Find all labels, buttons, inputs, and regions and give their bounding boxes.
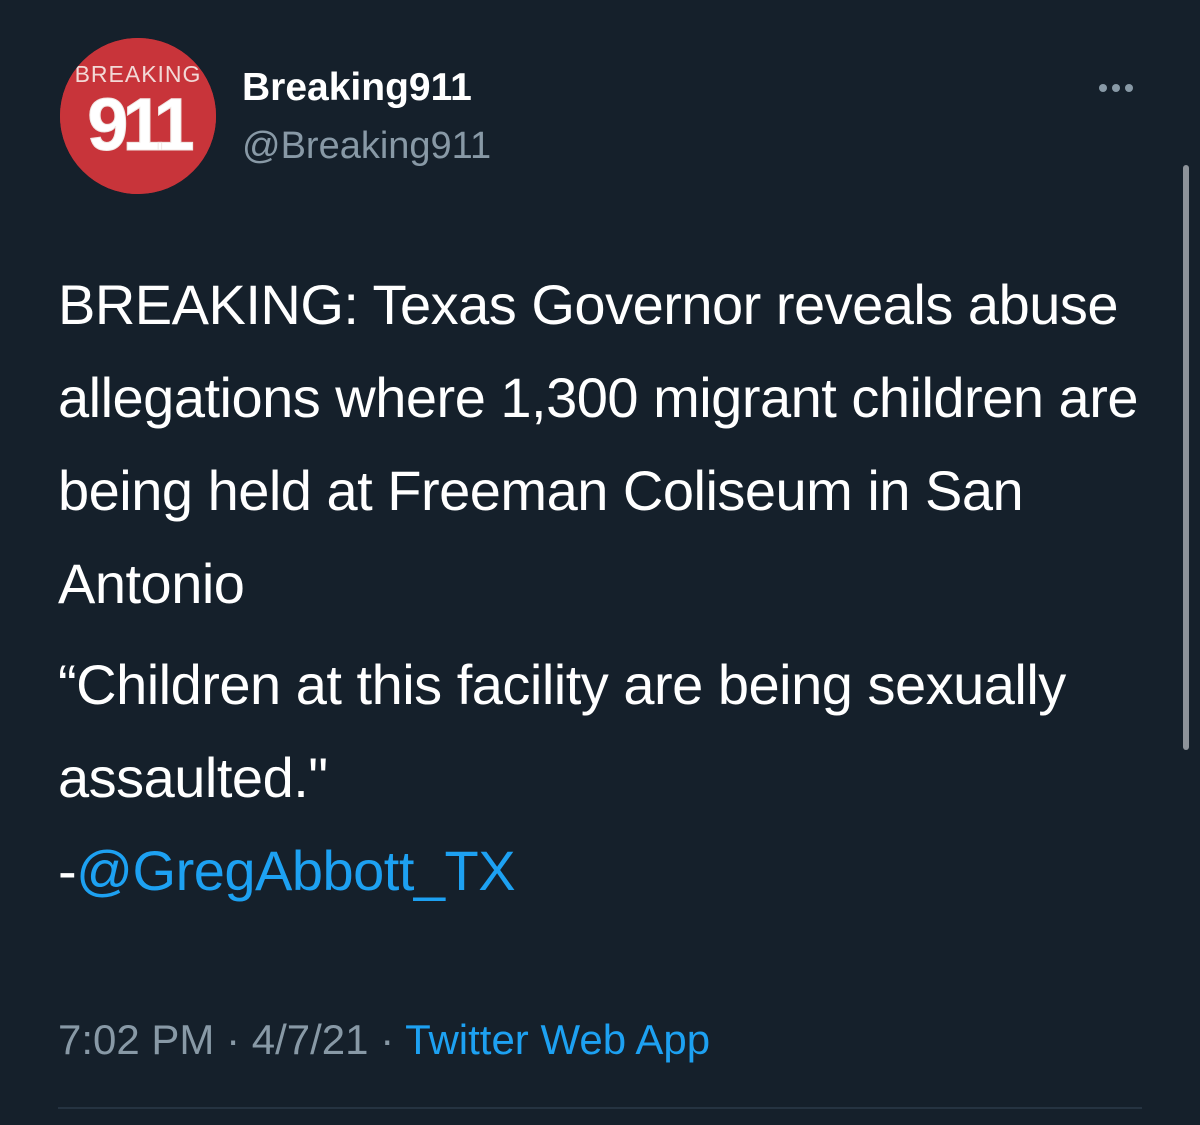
tweet-date[interactable]: 4/7/21: [252, 1016, 369, 1063]
tweet-text: BREAKING: Texas Governor reveals abuse a…: [58, 258, 1168, 917]
more-options-button[interactable]: [1092, 76, 1140, 100]
meta-separator: ·: [214, 1016, 252, 1063]
username-handle[interactable]: @Breaking911: [242, 122, 491, 170]
breaking911-logo: BREAKING 911: [60, 38, 216, 194]
avatar[interactable]: BREAKING 911: [60, 38, 216, 194]
tweet-metadata: 7:02 PM · 4/7/21 · Twitter Web App: [58, 1012, 710, 1068]
scrollbar[interactable]: [1183, 165, 1189, 750]
attribution-prefix: -: [58, 839, 77, 902]
tweet-paragraph: BREAKING: Texas Governor reveals abuse a…: [58, 273, 1138, 615]
tweet-source-link[interactable]: Twitter Web App: [405, 1016, 710, 1063]
svg-text:911: 911: [87, 83, 193, 166]
tweet-quote: “Children at this facility are being sex…: [58, 653, 1066, 809]
display-name[interactable]: Breaking911: [242, 64, 472, 112]
meta-separator: ·: [368, 1016, 406, 1063]
divider: [58, 1107, 1142, 1109]
more-horizontal-icon-dot: [1112, 84, 1120, 92]
more-horizontal-icon-dot: [1125, 84, 1133, 92]
tweet-attribution: -@GregAbbott_TX: [58, 824, 1168, 917]
more-horizontal-icon: [1099, 84, 1107, 92]
tweet-time[interactable]: 7:02 PM: [58, 1016, 214, 1063]
mention-link[interactable]: @GregAbbott_TX: [76, 839, 515, 902]
